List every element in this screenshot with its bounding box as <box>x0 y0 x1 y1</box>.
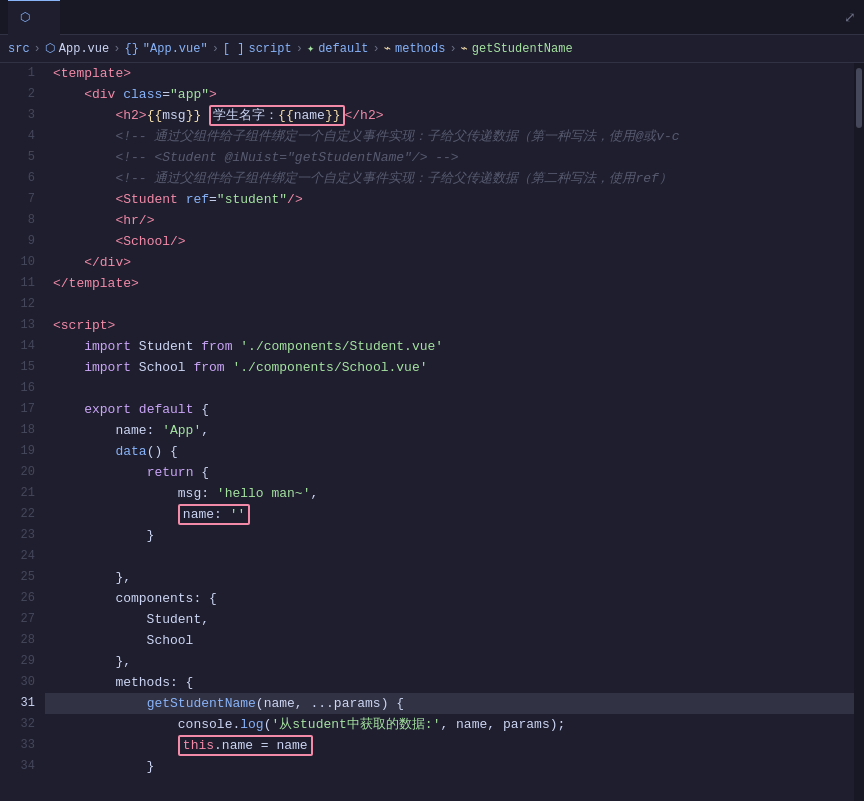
code-line-30: methods: { <box>45 672 854 693</box>
code-line-5: <!-- <Student @iNuist="getStudentName"/>… <box>45 147 854 168</box>
vue-file-icon: ⬡ <box>20 10 30 25</box>
breadcrumb-default-icon: ✦ <box>307 41 314 56</box>
code-area: <template> <div class="app"> <h2>{{msg}}… <box>45 63 854 801</box>
scrollbar[interactable] <box>854 63 864 801</box>
breadcrumb-methods-icon: ⌁ <box>384 41 391 56</box>
code-line-31: getStudentName(name, ...params) { <box>45 693 854 714</box>
code-line-33: this.name = name <box>45 735 854 756</box>
code-line-28: School <box>45 630 854 651</box>
code-line-19: data() { <box>45 441 854 462</box>
code-line-17: export default { <box>45 399 854 420</box>
code-line-2: <div class="app"> <box>45 84 854 105</box>
breadcrumb-obj-icon: {} <box>124 42 138 56</box>
code-line-6: <!-- 通过父组件给子组件绑定一个自定义事件实现：子给父传递数据（第二种写法，… <box>45 168 854 189</box>
code-line-7: <Student ref="student"/> <box>45 189 854 210</box>
breadcrumb-appvue-icon: ⬡ <box>45 41 55 56</box>
code-line-21: msg: 'hello man~', <box>45 483 854 504</box>
code-line-8: <hr/> <box>45 210 854 231</box>
code-line-11: </template> <box>45 273 854 294</box>
code-line-26: components: { <box>45 588 854 609</box>
title-bar-expand: ⤢ <box>844 9 856 26</box>
code-line-1: <template> <box>45 63 854 84</box>
title-bar: ⬡ ⤢ <box>0 0 864 35</box>
line-numbers: 1 2 3 4 5 6 7 8 9 10 11 12 13 14 15 16 1… <box>0 63 45 801</box>
code-line-15: import School from './components/School.… <box>45 357 854 378</box>
code-line-29: }, <box>45 651 854 672</box>
breadcrumb-appvue-str: "App.vue" <box>143 42 208 56</box>
code-line-27: Student, <box>45 609 854 630</box>
code-line-22: name: '' <box>45 504 854 525</box>
editor: 1 2 3 4 5 6 7 8 9 10 11 12 13 14 15 16 1… <box>0 63 864 801</box>
breadcrumb-src: src <box>8 42 30 56</box>
breadcrumb: src › ⬡ App.vue › {} "App.vue" › [ ] scr… <box>0 35 864 63</box>
code-line-20: return { <box>45 462 854 483</box>
code-line-25: }, <box>45 567 854 588</box>
code-line-9: <School/> <box>45 231 854 252</box>
breadcrumb-methods: methods <box>395 42 445 56</box>
breadcrumb-getStudentName-icon: ⌁ <box>461 41 468 56</box>
file-tab[interactable]: ⬡ <box>8 0 60 35</box>
scrollbar-thumb <box>856 68 862 128</box>
breadcrumb-script: [ ] <box>223 42 245 56</box>
code-line-13: <script> <box>45 315 854 336</box>
code-line-10: </div> <box>45 252 854 273</box>
code-line-14: import Student from './components/Studen… <box>45 336 854 357</box>
code-line-18: name: 'App', <box>45 420 854 441</box>
code-line-12 <box>45 294 854 315</box>
code-line-4: <!-- 通过父组件给子组件绑定一个自定义事件实现：子给父传递数据（第一种写法，… <box>45 126 854 147</box>
code-line-23: } <box>45 525 854 546</box>
code-line-35 <box>45 777 854 798</box>
code-line-32: console.log('从student中获取的数据:', name, par… <box>45 714 854 735</box>
breadcrumb-default: default <box>318 42 368 56</box>
code-line-34: } <box>45 756 854 777</box>
code-line-16 <box>45 378 854 399</box>
breadcrumb-getStudentName: getStudentName <box>472 42 573 56</box>
breadcrumb-appvue: App.vue <box>59 42 109 56</box>
code-line-3: <h2>{{msg}} 学生名字：{{name}}</h2> <box>45 105 854 126</box>
code-line-24 <box>45 546 854 567</box>
breadcrumb-script-label: script <box>248 42 291 56</box>
